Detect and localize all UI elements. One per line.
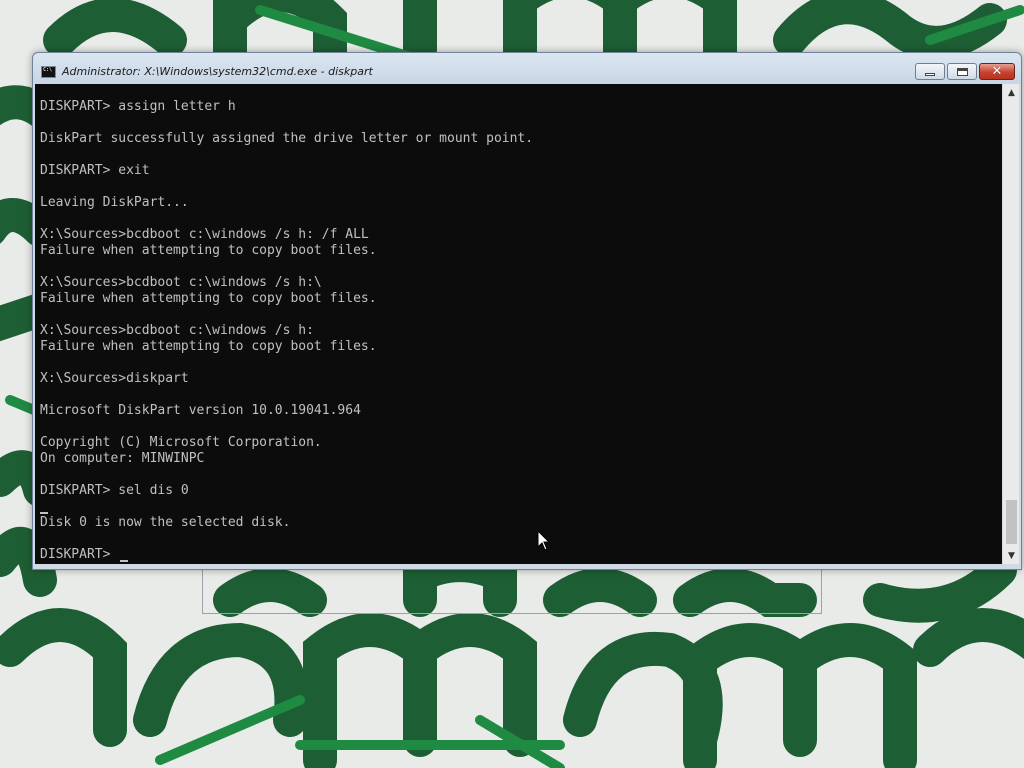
scroll-down-button[interactable]: ▼ — [1003, 547, 1020, 564]
chevron-up-icon: ▲ — [1008, 87, 1015, 98]
cmd-icon — [41, 66, 56, 78]
maximize-icon — [948, 64, 976, 79]
console-area[interactable]: DISKPART> assign letter h DiskPart succe… — [35, 84, 1002, 564]
chevron-down-icon: ▼ — [1008, 550, 1015, 561]
minimize-button[interactable] — [915, 63, 945, 80]
scrollbar-thumb[interactable] — [1006, 500, 1017, 544]
text-cursor — [120, 560, 128, 562]
window-title: Administrator: X:\Windows\system32\cmd.e… — [62, 65, 373, 78]
vertical-scrollbar[interactable]: ▲ ▼ — [1002, 84, 1019, 564]
title-bar[interactable]: Administrator: X:\Windows\system32\cmd.e… — [33, 53, 1021, 84]
background-window-frame — [202, 566, 822, 614]
maximize-button[interactable] — [947, 63, 977, 80]
close-button[interactable]: ✕ — [979, 63, 1015, 80]
stray-cursor-mark — [40, 512, 48, 514]
cmd-window[interactable]: Administrator: X:\Windows\system32\cmd.e… — [32, 52, 1022, 570]
close-icon: ✕ — [991, 64, 1003, 79]
scroll-up-button[interactable]: ▲ — [1003, 84, 1020, 101]
minimize-icon — [916, 64, 944, 79]
mouse-pointer-icon — [537, 530, 551, 551]
console-output: DISKPART> assign letter h DiskPart succe… — [40, 99, 534, 562]
